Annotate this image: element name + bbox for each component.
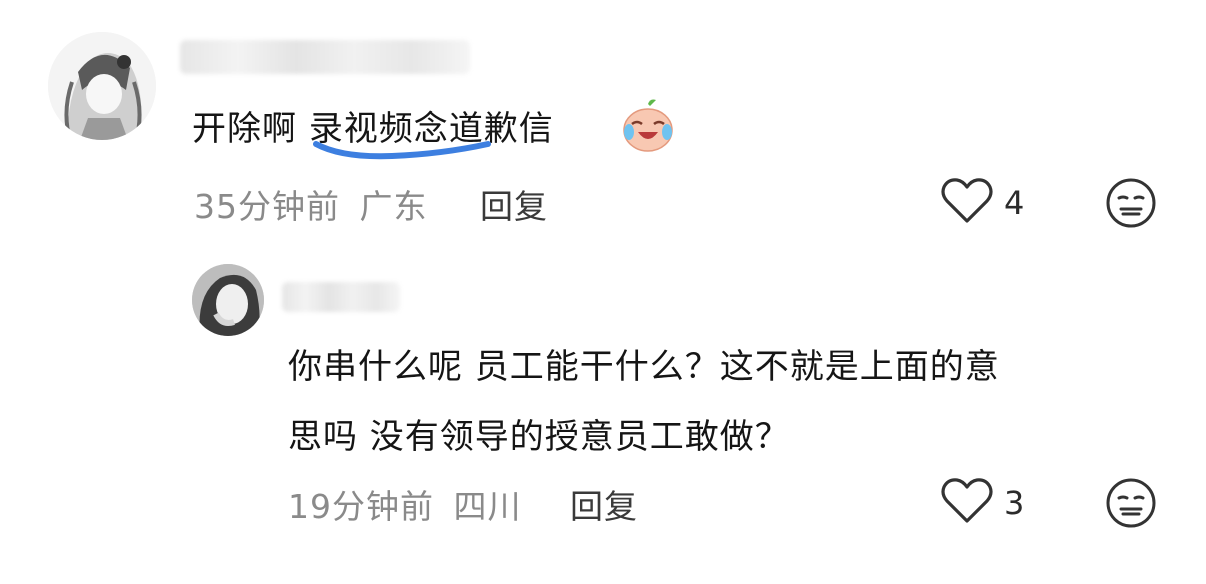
comment-1-text-before: 开除啊 (192, 109, 309, 149)
anime-avatar-image (48, 32, 156, 140)
reply-username-blurred[interactable] (282, 282, 400, 312)
username-blurred[interactable] (180, 40, 470, 74)
heart-outline-icon (941, 478, 993, 523)
comment-2-like-button[interactable] (940, 476, 994, 530)
commenter-avatar[interactable] (48, 32, 156, 140)
highlight-underline (313, 141, 491, 160)
comment-1-dislike-button[interactable] (1104, 176, 1158, 234)
heart-outline-icon (941, 178, 993, 223)
comment-1-meta: 35分钟前 广东 (194, 180, 428, 228)
comment-1-time: 35分钟前 (194, 187, 340, 226)
comment-2-line-2: 思吗 没有领导的授意员工敢做？ (288, 417, 790, 457)
laughing-crying-emoji (623, 99, 673, 152)
comment-2-line-1: 你串什么呢 员工能干什么？这不就是上面的意 (288, 347, 1000, 387)
comment-1-location: 广东 (359, 187, 428, 226)
reply-commenter-avatar[interactable] (192, 264, 264, 336)
photo-avatar-image (192, 264, 264, 336)
neutral-face-icon (1106, 178, 1156, 228)
comment-2-like-count: 3 (1004, 484, 1025, 522)
comment-2-reply-button[interactable]: 回复 (570, 480, 638, 528)
comment-2-meta: 19分钟前 四川 (288, 480, 522, 528)
comment-2-dislike-button[interactable] (1104, 476, 1158, 534)
neutral-face-icon (1106, 478, 1156, 528)
comment-2-location: 四川 (453, 487, 522, 526)
comment-2-time: 19分钟前 (288, 487, 434, 526)
comment-1-like-count: 4 (1004, 184, 1025, 222)
comment-1-like-button[interactable] (940, 176, 994, 230)
comment-1-reply-button[interactable]: 回复 (480, 180, 548, 228)
